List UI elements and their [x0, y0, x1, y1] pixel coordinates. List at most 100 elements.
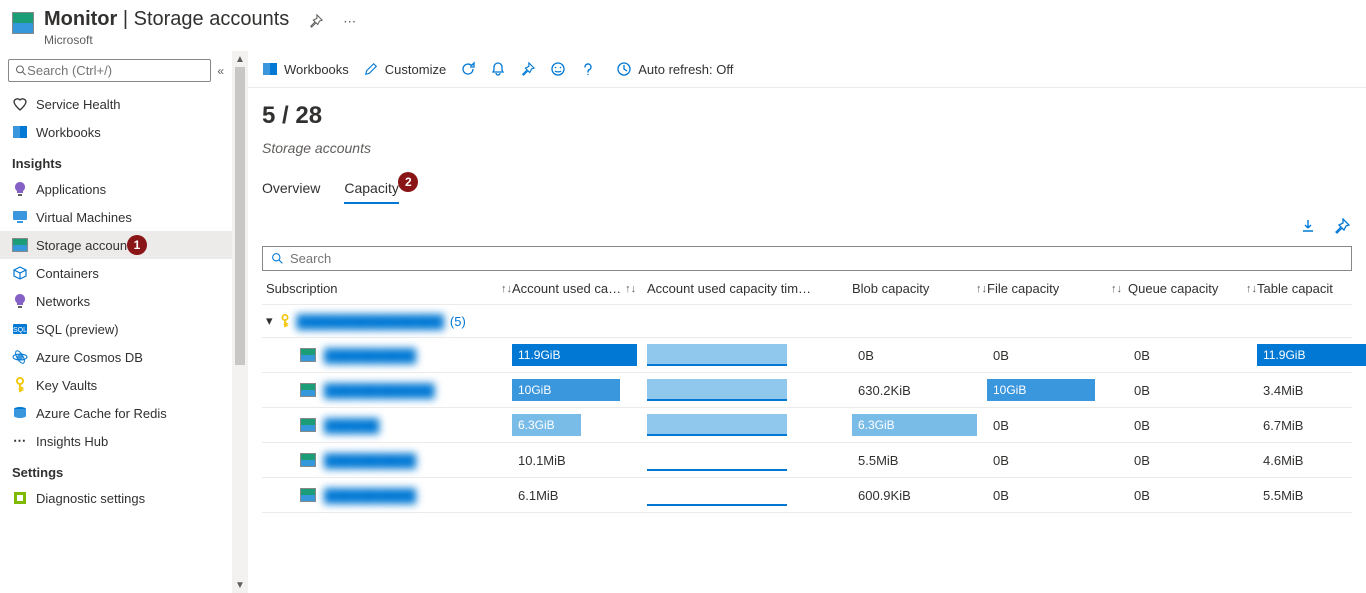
key-icon: [279, 314, 291, 328]
sort-icon[interactable]: ↑↓: [1246, 283, 1257, 295]
sidebar-search[interactable]: [8, 59, 211, 82]
main-content: Workbooks Customize Auto refresh: Off 5 …: [248, 51, 1366, 593]
chevron-down-icon[interactable]: ▾: [266, 313, 273, 329]
sidebar-item-applications[interactable]: Applications: [0, 175, 232, 203]
search-icon: [15, 64, 27, 77]
grid-search-input[interactable]: [290, 251, 1343, 266]
page-header: Monitor | Storage accounts Microsoft ⋯: [0, 0, 1366, 51]
cell-timeline: [647, 414, 852, 436]
sidebar-item-label: Diagnostic settings: [36, 491, 145, 506]
collapse-sidebar-icon[interactable]: «: [217, 64, 224, 78]
sidebar-item-label: Storage accounts: [36, 238, 137, 253]
sidebar-search-input[interactable]: [27, 63, 204, 78]
cell-timeline: [647, 379, 852, 401]
data-grid: Subscription↑↓ Account used ca…↑↓ Accoun…: [262, 271, 1352, 513]
auto-refresh-button[interactable]: Auto refresh: Off: [616, 61, 733, 77]
pin-toolbar-icon[interactable]: [520, 61, 536, 77]
more-icon[interactable]: ⋯: [343, 14, 356, 30]
cell-queue: 0B: [1122, 453, 1257, 468]
cell-blob: 0B: [852, 348, 987, 363]
cell-used: 6.1MiB: [512, 488, 647, 503]
table-row[interactable]: ██████████6.1MiB600.9KiB0B0B5.5MiB: [262, 478, 1352, 513]
workbooks-label: Workbooks: [284, 62, 349, 77]
tabs: Overview Capacity 2: [248, 174, 1366, 210]
sidebar-item-key-vaults[interactable]: Key Vaults: [0, 371, 232, 399]
col-used-timeline[interactable]: Account used capacity tim…: [647, 281, 852, 296]
bulb-purple-icon: [12, 181, 28, 197]
table-row[interactable]: ██████6.3GiB6.3GiB0B0B6.7MiB: [262, 408, 1352, 443]
sidebar-item-label: Key Vaults: [36, 378, 97, 393]
col-blob[interactable]: Blob capacity↑↓: [852, 281, 987, 296]
pin-grid-icon[interactable]: [1334, 218, 1352, 236]
sort-icon[interactable]: ↑↓: [501, 283, 512, 295]
col-account-used[interactable]: Account used ca…↑↓: [512, 281, 647, 296]
table-row[interactable]: ████████████10GiB630.2KiB10GiB0B3.4MiB: [262, 373, 1352, 408]
sidebar-item-sql-preview-[interactable]: SQLSQL (preview): [0, 315, 232, 343]
sidebar-item-service-health[interactable]: Service Health: [0, 90, 232, 118]
sidebar-item-label: Networks: [36, 294, 90, 309]
cell-file: 10GiB: [987, 379, 1122, 401]
sidebar-item-virtual-machines[interactable]: Virtual Machines: [0, 203, 232, 231]
bell-icon[interactable]: [490, 61, 506, 77]
workbooks-button[interactable]: Workbooks: [262, 61, 349, 77]
sidebar-item-label: Service Health: [36, 97, 121, 112]
tab-capacity[interactable]: Capacity: [344, 174, 398, 204]
grid-header: Subscription↑↓ Account used ca…↑↓ Accoun…: [262, 271, 1352, 305]
table-row[interactable]: ██████████10.1MiB5.5MiB0B0B4.6MiB: [262, 443, 1352, 478]
pin-icon[interactable]: [309, 14, 323, 28]
grid-actions: [248, 210, 1366, 242]
help-icon[interactable]: [580, 61, 596, 77]
cell-table: 6.7MiB: [1257, 418, 1352, 433]
cell-blob: 5.5MiB: [852, 453, 987, 468]
tab-overview[interactable]: Overview: [262, 174, 320, 204]
sidebar-item-azure-cosmos-db[interactable]: Azure Cosmos DB: [0, 343, 232, 371]
account-name: ██████████: [324, 453, 416, 468]
col-queue[interactable]: Queue capacity↑↓: [1122, 281, 1257, 296]
scroll-up-icon[interactable]: ▲: [232, 51, 248, 67]
sort-icon[interactable]: ↑↓: [1111, 283, 1122, 295]
scroll-thumb[interactable]: [235, 67, 245, 365]
containers-icon: [12, 265, 28, 281]
sidebar-item-label: Containers: [36, 266, 99, 281]
storage-icon: [300, 488, 316, 502]
sort-icon[interactable]: ↑↓: [625, 283, 636, 295]
page-subtitle: Microsoft: [44, 33, 289, 47]
sidebar-item-label: Insights Hub: [36, 434, 108, 449]
col-file[interactable]: File capacity↑↓: [987, 281, 1122, 296]
refresh-icon[interactable]: [460, 61, 476, 77]
sidebar-item-label: Azure Cosmos DB: [36, 350, 143, 365]
storage-icon: [12, 12, 34, 34]
sidebar-item-workbooks[interactable]: Workbooks: [0, 118, 232, 146]
sidebar-item-azure-cache-for-redis[interactable]: Azure Cache for Redis: [0, 399, 232, 427]
account-name: ██████████: [324, 488, 416, 503]
subscription-group-row[interactable]: ▾ ████████████████ (5): [262, 305, 1352, 338]
dots-icon: ⋯: [12, 433, 28, 449]
cell-queue: 0B: [1122, 348, 1257, 363]
diag-icon: [12, 490, 28, 506]
nav-section-settings: Settings: [0, 455, 232, 484]
sidebar-item-storage-accounts[interactable]: Storage accounts1: [0, 231, 232, 259]
col-table[interactable]: Table capacit: [1257, 281, 1352, 296]
sidebar-item-diagnostic-settings[interactable]: Diagnostic settings: [0, 484, 232, 512]
grid-search[interactable]: [262, 246, 1352, 271]
scroll-down-icon[interactable]: ▼: [232, 577, 248, 593]
feedback-icon[interactable]: [550, 61, 566, 77]
table-row[interactable]: ██████████11.9GiB0B0B0B11.9GiB: [262, 338, 1352, 373]
col-subscription[interactable]: Subscription↑↓: [262, 281, 512, 296]
sidebar-item-insights-hub[interactable]: ⋯ Insights Hub: [0, 427, 232, 455]
storage-icon: [300, 348, 316, 362]
customize-label: Customize: [385, 62, 446, 77]
redis-icon: [12, 405, 28, 421]
customize-button[interactable]: Customize: [363, 61, 446, 77]
subscription-count: (5): [450, 314, 466, 329]
pencil-icon: [363, 61, 379, 77]
sql-icon: SQL: [12, 321, 28, 337]
download-icon[interactable]: [1300, 218, 1318, 236]
sidebar-item-networks[interactable]: Networks: [0, 287, 232, 315]
result-subtitle: Storage accounts: [248, 134, 1366, 174]
sidebar-scrollbar[interactable]: ▲ ▼: [232, 51, 248, 593]
cell-file: 0B: [987, 348, 1122, 363]
sort-icon[interactable]: ↑↓: [976, 283, 987, 295]
sidebar-item-label: Virtual Machines: [36, 210, 132, 225]
sidebar-item-containers[interactable]: Containers: [0, 259, 232, 287]
